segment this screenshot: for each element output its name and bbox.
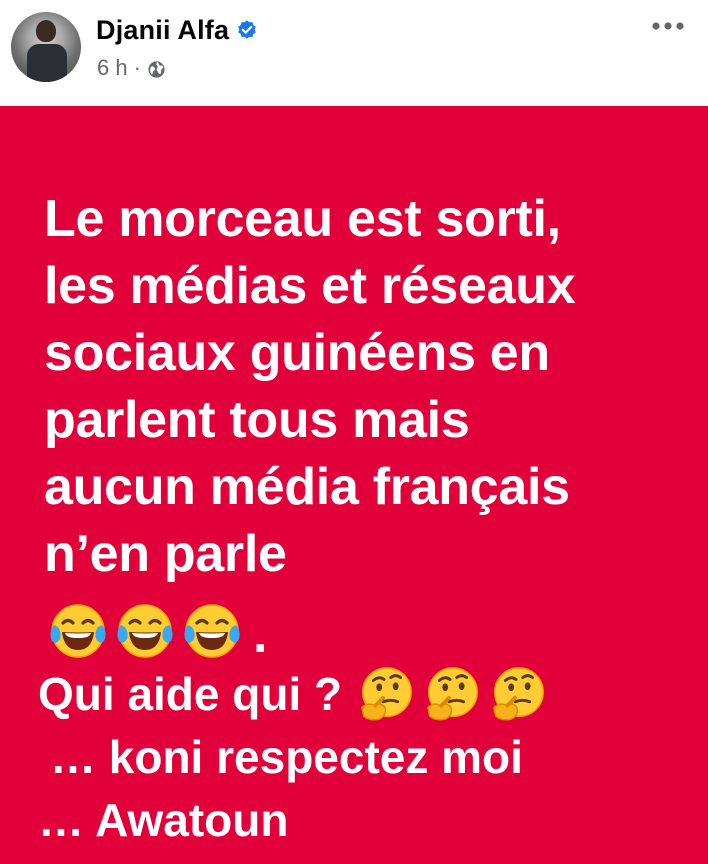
koni-line: … koni respectez moi <box>50 731 523 783</box>
avatar-body-shape <box>27 44 67 82</box>
author-avatar[interactable] <box>11 12 81 82</box>
tears-of-joy-emoji <box>113 599 177 663</box>
tears-of-joy-emoji <box>46 599 110 663</box>
post-text-line: Le morceau est sorti, <box>44 190 561 248</box>
author-row: Djanii Alfa <box>96 12 258 48</box>
tears-of-joy-emoji <box>180 599 244 663</box>
author-name[interactable]: Djanii Alfa <box>96 15 229 46</box>
post-text-line: n’en parle <box>44 525 287 583</box>
thinking-face-emoji <box>420 663 482 725</box>
verified-badge-icon <box>236 19 258 41</box>
post-text-line: aucun média français <box>44 458 570 516</box>
post-text-line: sociaux guinéens en <box>44 324 550 382</box>
thinking-face-emoji <box>486 663 548 725</box>
meta-separator: · <box>133 55 141 80</box>
more-dots-icon <box>652 22 684 30</box>
post-time[interactable]: 6 h <box>97 55 128 81</box>
post-card[interactable]: Le morceau est sorti, les médias et rése… <box>0 106 708 864</box>
post-text: Le morceau est sorti, les médias et rése… <box>44 186 684 588</box>
thinking-face-emoji <box>354 663 416 725</box>
post-text-line: parlent tous mais <box>44 391 470 449</box>
avatar-head-shape <box>36 20 56 42</box>
thinking-emoji-group <box>354 663 552 725</box>
question-text: Qui aide qui ? <box>38 668 343 720</box>
question-line: Qui aide qui ? <box>38 663 552 725</box>
post-header: Djanii Alfa 6 h · <box>0 0 708 106</box>
more-options-button[interactable] <box>648 12 688 40</box>
post-text-line: les médias et réseaux <box>44 257 576 315</box>
emoji-row: . <box>46 597 267 665</box>
emoji-trailing-dot: . <box>253 606 268 664</box>
globe-icon[interactable] <box>147 59 166 78</box>
post-meta: 6 h · <box>97 55 166 81</box>
awatoun-line: … Awatoun <box>38 794 289 846</box>
